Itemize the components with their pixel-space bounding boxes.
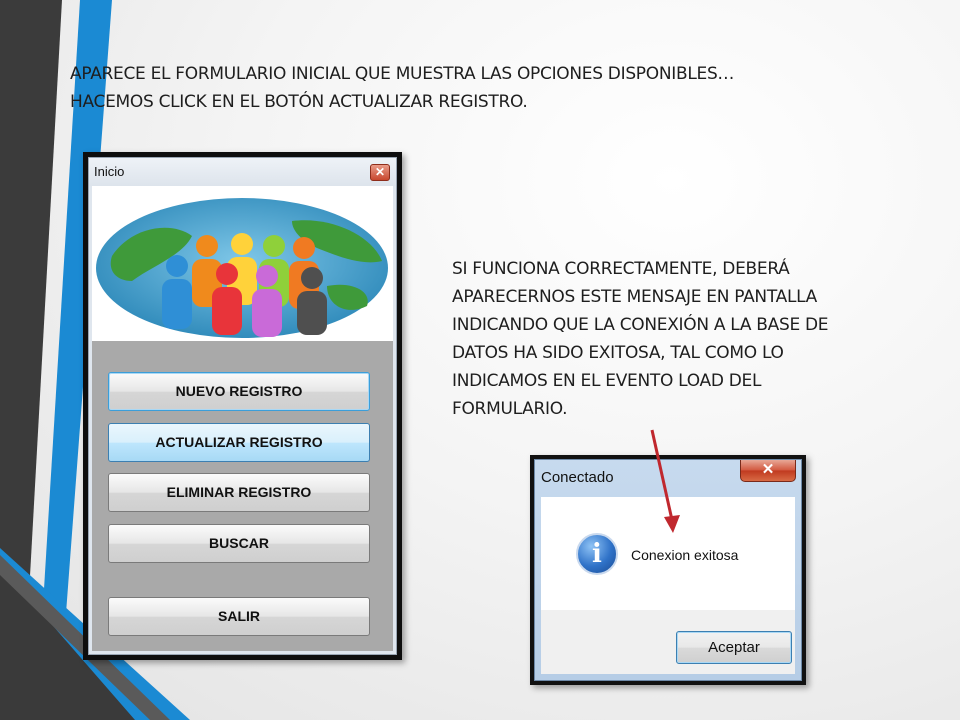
inicio-window: Inicio ✕ NUEVO REGISTRO ACTUALIZAR REGIS… (83, 152, 402, 660)
inicio-title: Inicio (94, 164, 125, 179)
explanation-line: FORMULARIO. (452, 399, 568, 419)
explanation-line: DATOS HA SIDO EXITOSA, TAL COMO LO (452, 343, 784, 363)
nuevo-registro-button[interactable]: NUEVO REGISTRO (108, 372, 370, 411)
explanation-line: SI FUNCIONA CORRECTAMENTE, DEBERÁ (452, 259, 790, 279)
salir-button[interactable]: SALIR (108, 597, 370, 636)
explanation-line: APARECERNOS ESTE MENSAJE EN PANTALLA (452, 287, 818, 307)
info-icon: i (576, 533, 618, 575)
intro-line-1: APARECE EL FORMULARIO INICIAL QUE MUESTR… (70, 64, 735, 84)
explanation-line: INDICAMOS EN EL EVENTO LOAD DEL (452, 371, 762, 391)
explanation-line: INDICANDO QUE LA CONEXIÓN A LA BASE DE (452, 315, 829, 335)
actualizar-registro-button[interactable]: ACTUALIZAR REGISTRO (108, 423, 370, 462)
inicio-client-area: NUEVO REGISTRO ACTUALIZAR REGISTRO ELIMI… (92, 341, 393, 651)
conectado-dialog: Conectado ✕ i Conexion exitosa Aceptar (530, 455, 806, 685)
conectado-close-button[interactable]: ✕ (740, 460, 796, 482)
message-text: Conexion exitosa (631, 547, 739, 563)
aceptar-button[interactable]: Aceptar (676, 631, 792, 664)
people-globe-logo (92, 186, 393, 341)
message-body: i Conexion exitosa (541, 497, 795, 610)
message-footer: Aceptar (541, 610, 795, 674)
inicio-frame: Inicio ✕ NUEVO REGISTRO ACTUALIZAR REGIS… (88, 157, 397, 655)
conectado-frame: Conectado ✕ i Conexion exitosa Aceptar (534, 459, 802, 681)
intro-text: APARECE EL FORMULARIO INICIAL QUE MUESTR… (70, 60, 870, 116)
buscar-button[interactable]: BUSCAR (108, 524, 370, 563)
inicio-titlebar[interactable]: Inicio ✕ (89, 158, 396, 186)
eliminar-registro-button[interactable]: ELIMINAR REGISTRO (108, 473, 370, 512)
conectado-title: Conectado (541, 469, 614, 486)
inicio-close-button[interactable]: ✕ (370, 164, 390, 181)
intro-line-2: HACEMOS CLICK EN EL BOTÓN ACTUALIZAR REG… (70, 92, 528, 112)
explanation-text: SI FUNCIONA CORRECTAMENTE, DEBERÁ APAREC… (452, 255, 922, 423)
